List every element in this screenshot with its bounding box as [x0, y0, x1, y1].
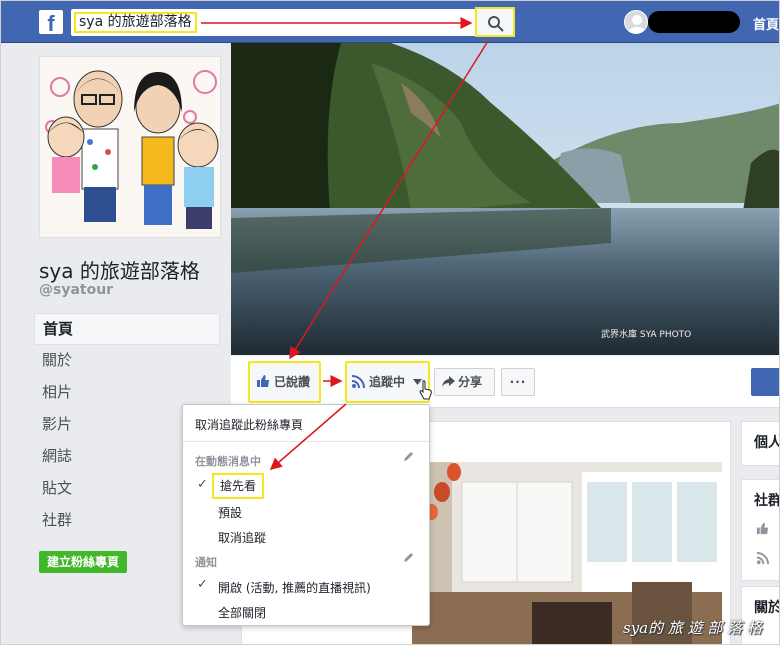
mouse-cursor-icon	[419, 380, 432, 400]
profile-picture[interactable]	[39, 56, 221, 238]
primary-action-button[interactable]	[751, 368, 779, 396]
notifications-on-option[interactable]: 開啟 (活動, 推薦的直播視訊)	[218, 579, 371, 596]
checkmark-icon: ✓	[197, 477, 208, 492]
home-link[interactable]: 首頁	[753, 14, 779, 33]
right-card-personal: 個人	[741, 421, 780, 466]
thumbs-up-icon	[257, 375, 269, 387]
nav-item-about[interactable]: 關於	[34, 345, 220, 377]
liked-button[interactable]: 已說讚	[248, 361, 321, 403]
share-label: 分享	[458, 375, 483, 389]
person-icon	[628, 15, 646, 33]
blog-signature-watermark: sya的 旅 遊 部 落 格	[623, 619, 762, 637]
reservoir-landscape-image	[231, 43, 779, 355]
top-bar: f sya 的旅遊部落格 首頁	[1, 1, 779, 43]
create-page-button[interactable]: 建立粉絲專頁	[39, 551, 128, 573]
notifications-off-option[interactable]: 全部關閉	[218, 604, 266, 621]
search-icon	[488, 16, 504, 32]
user-avatar[interactable]	[624, 10, 648, 34]
right-card-community: 社群	[741, 479, 780, 581]
cover-photo[interactable]: 武界水庫 SYA PHOTO	[231, 43, 779, 355]
following-button[interactable]: 追蹤中	[345, 361, 430, 403]
rss-feed-icon	[351, 375, 365, 389]
rss-feed-icon	[756, 552, 769, 565]
share-arrow-icon	[442, 376, 455, 387]
search-button[interactable]	[475, 7, 515, 37]
thumbs-up-icon	[756, 522, 769, 535]
facebook-logo-icon[interactable]: f	[39, 10, 63, 34]
default-option[interactable]: 預設	[218, 504, 242, 521]
search-input[interactable]: sya 的旅遊部落格	[74, 12, 197, 33]
liked-label: 已說讚	[274, 375, 311, 389]
cover-watermark: 武界水庫 SYA PHOTO	[601, 330, 692, 340]
screenshot-root: f sya 的旅遊部落格 首頁 sya 的旅遊部落格 @syatour 首頁 關…	[0, 0, 780, 645]
unfollow-option[interactable]: 取消追蹤	[218, 529, 266, 546]
page-action-bar: 已說讚 追蹤中 分享 ···	[231, 356, 779, 408]
menu-divider	[183, 441, 429, 442]
unfollow-page-option[interactable]: 取消追蹤此粉絲專頁	[195, 416, 303, 433]
pencil-icon[interactable]	[403, 450, 415, 462]
pencil-icon[interactable]	[403, 551, 415, 563]
page-handle[interactable]: @syatour	[39, 282, 113, 298]
follow-options-menu: 取消追蹤此粉絲專頁 在動態消息中 ✓ 搶先看 預設 取消追蹤 通知 ✓ 開啟 (…	[182, 404, 430, 626]
in-feed-header: 在動態消息中	[195, 455, 261, 468]
right-card-community-title: 社群	[754, 493, 780, 509]
caricature-family-image	[40, 57, 220, 237]
redacted-username	[648, 11, 740, 33]
see-first-option[interactable]: 搶先看	[212, 473, 265, 499]
share-button[interactable]: 分享	[434, 368, 495, 396]
checkmark-icon: ✓	[197, 577, 208, 592]
search-box[interactable]: sya 的旅遊部落格	[71, 9, 513, 36]
notifications-header: 通知	[195, 556, 217, 569]
right-card-about-title: 關於	[754, 600, 780, 616]
page-title: sya 的旅遊部落格	[39, 259, 200, 283]
nav-item-home[interactable]: 首頁	[34, 313, 220, 345]
more-options-button[interactable]: ···	[501, 368, 535, 396]
right-card-personal-title: 個人	[754, 435, 780, 451]
following-label: 追蹤中	[369, 375, 406, 389]
